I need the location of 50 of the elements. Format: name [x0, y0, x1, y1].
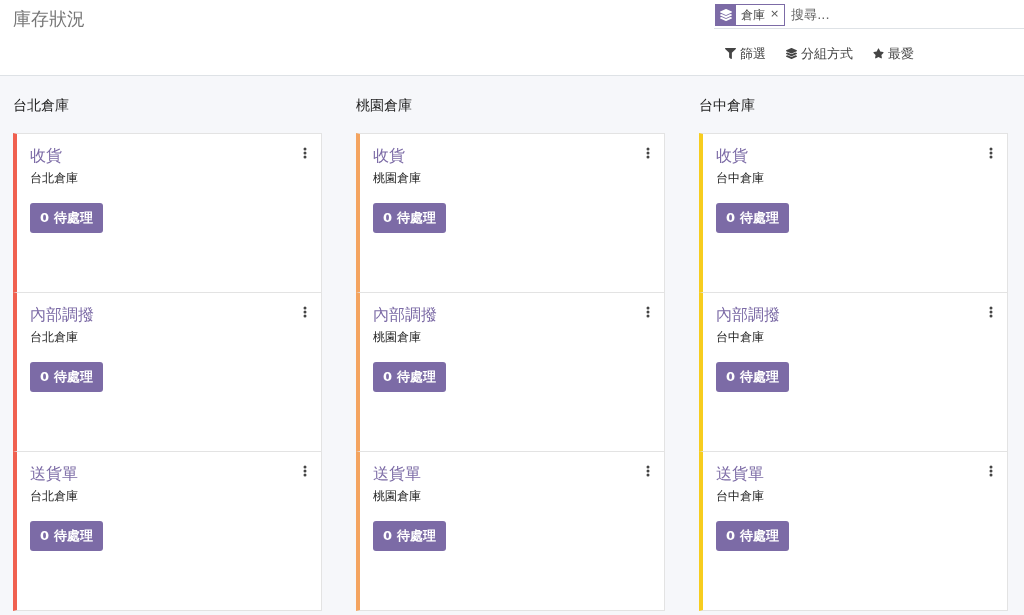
pending-button[interactable]: 0 待處理 [716, 203, 789, 233]
card-subtitle: 桃園倉庫 [373, 488, 421, 505]
search-field[interactable]: 搜尋... [791, 4, 1024, 25]
card-subtitle: 台北倉庫 [30, 170, 78, 187]
more-icon[interactable] [303, 306, 307, 318]
card-subtitle: 桃園倉庫 [373, 329, 421, 346]
more-icon[interactable] [989, 465, 993, 477]
pending-button[interactable]: 0 待處理 [30, 521, 103, 551]
facet-label: 倉庫 [740, 6, 766, 24]
pending-button[interactable]: 0 待處理 [30, 203, 103, 233]
page-title: 庫存狀況 [13, 7, 85, 31]
more-icon[interactable] [646, 306, 650, 318]
column-title: 桃園倉庫 [356, 96, 413, 115]
card-title[interactable]: 送貨單 [30, 462, 78, 486]
more-icon[interactable] [989, 306, 993, 318]
more-icon[interactable] [989, 147, 993, 159]
card-title[interactable]: 收貨 [373, 144, 405, 168]
pending-button[interactable]: 0 待處理 [30, 362, 103, 392]
card-subtitle: 台中倉庫 [716, 170, 764, 187]
card-subtitle: 台北倉庫 [30, 329, 78, 346]
card-title[interactable]: 收貨 [30, 144, 62, 168]
card-title[interactable]: 收貨 [716, 144, 748, 168]
remove-facet-icon[interactable]: × [770, 6, 785, 23]
card-title[interactable]: 送貨單 [373, 462, 421, 486]
search-option-button[interactable]: 最愛 [873, 44, 914, 64]
search-option-button[interactable]: 篩選 [725, 44, 766, 64]
pending-button[interactable]: 0 待處理 [373, 362, 446, 392]
card-title[interactable]: 內部調撥 [373, 303, 437, 327]
more-icon[interactable] [646, 147, 650, 159]
card-subtitle: 台北倉庫 [30, 488, 78, 505]
pending-button[interactable]: 0 待處理 [373, 521, 446, 551]
card-subtitle: 桃園倉庫 [373, 170, 421, 187]
star-icon [873, 48, 884, 60]
column-title: 台北倉庫 [13, 96, 70, 115]
more-icon[interactable] [303, 465, 307, 477]
filter-icon [725, 48, 736, 60]
card-title[interactable]: 內部調撥 [30, 303, 94, 327]
layers-icon [720, 8, 732, 21]
pending-button[interactable]: 0 待處理 [373, 203, 446, 233]
more-icon[interactable] [646, 465, 650, 477]
search-option-button[interactable]: 分組方式 [786, 44, 853, 64]
pending-button[interactable]: 0 待處理 [716, 362, 789, 392]
pending-button[interactable]: 0 待處理 [716, 521, 789, 551]
column-title: 台中倉庫 [699, 96, 756, 115]
card-title[interactable]: 內部調撥 [716, 303, 780, 327]
card-subtitle: 台中倉庫 [716, 488, 764, 505]
card-subtitle: 台中倉庫 [716, 329, 764, 346]
more-icon[interactable] [303, 147, 307, 159]
card-title[interactable]: 送貨單 [716, 462, 764, 486]
layers-icon [786, 48, 797, 60]
